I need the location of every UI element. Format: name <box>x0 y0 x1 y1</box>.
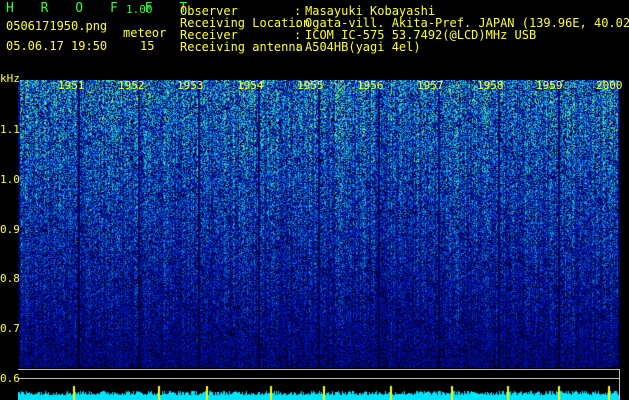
y-tick-label: 0.6 <box>0 372 20 385</box>
app-version: 1.00 <box>126 3 153 16</box>
y-tick-label: 0.9 <box>0 223 20 236</box>
info-value-antenna: A504HB(yagi 4el) <box>305 40 421 54</box>
datetime: 05.06.17 19:50 <box>6 39 108 53</box>
meteor-label: meteor <box>123 26 167 40</box>
time-label: 1954 <box>237 79 264 92</box>
time-label: 1953 <box>177 79 204 92</box>
frame-line-right <box>619 370 620 400</box>
time-label: 1955 <box>297 79 324 92</box>
app-title: H R O F F T <box>6 1 197 16</box>
frame-line-top <box>18 369 620 370</box>
info-label-antenna: Receiving antenna <box>180 40 303 54</box>
y-tick-label: 1.0 <box>0 173 20 186</box>
frame-line-bottom <box>18 378 620 379</box>
file-name: 0506171950.png <box>6 19 108 33</box>
time-label: 1952 <box>118 79 145 92</box>
y-tick-label: 0.7 <box>0 322 20 335</box>
info-colon: : <box>294 40 302 54</box>
spectrogram-canvas <box>18 80 620 400</box>
y-tick-label: 1.1 <box>0 123 20 136</box>
y-tick-label: 0.8 <box>0 272 20 285</box>
time-label: 2000 <box>596 79 623 92</box>
y-axis-unit: kHz <box>0 72 20 85</box>
time-label: 1951 <box>58 79 85 92</box>
time-label: 1956 <box>357 79 384 92</box>
time-label: 1958 <box>477 79 504 92</box>
time-label: 1957 <box>417 79 444 92</box>
meteor-count: 15 <box>140 39 155 53</box>
time-label: 1959 <box>536 79 563 92</box>
